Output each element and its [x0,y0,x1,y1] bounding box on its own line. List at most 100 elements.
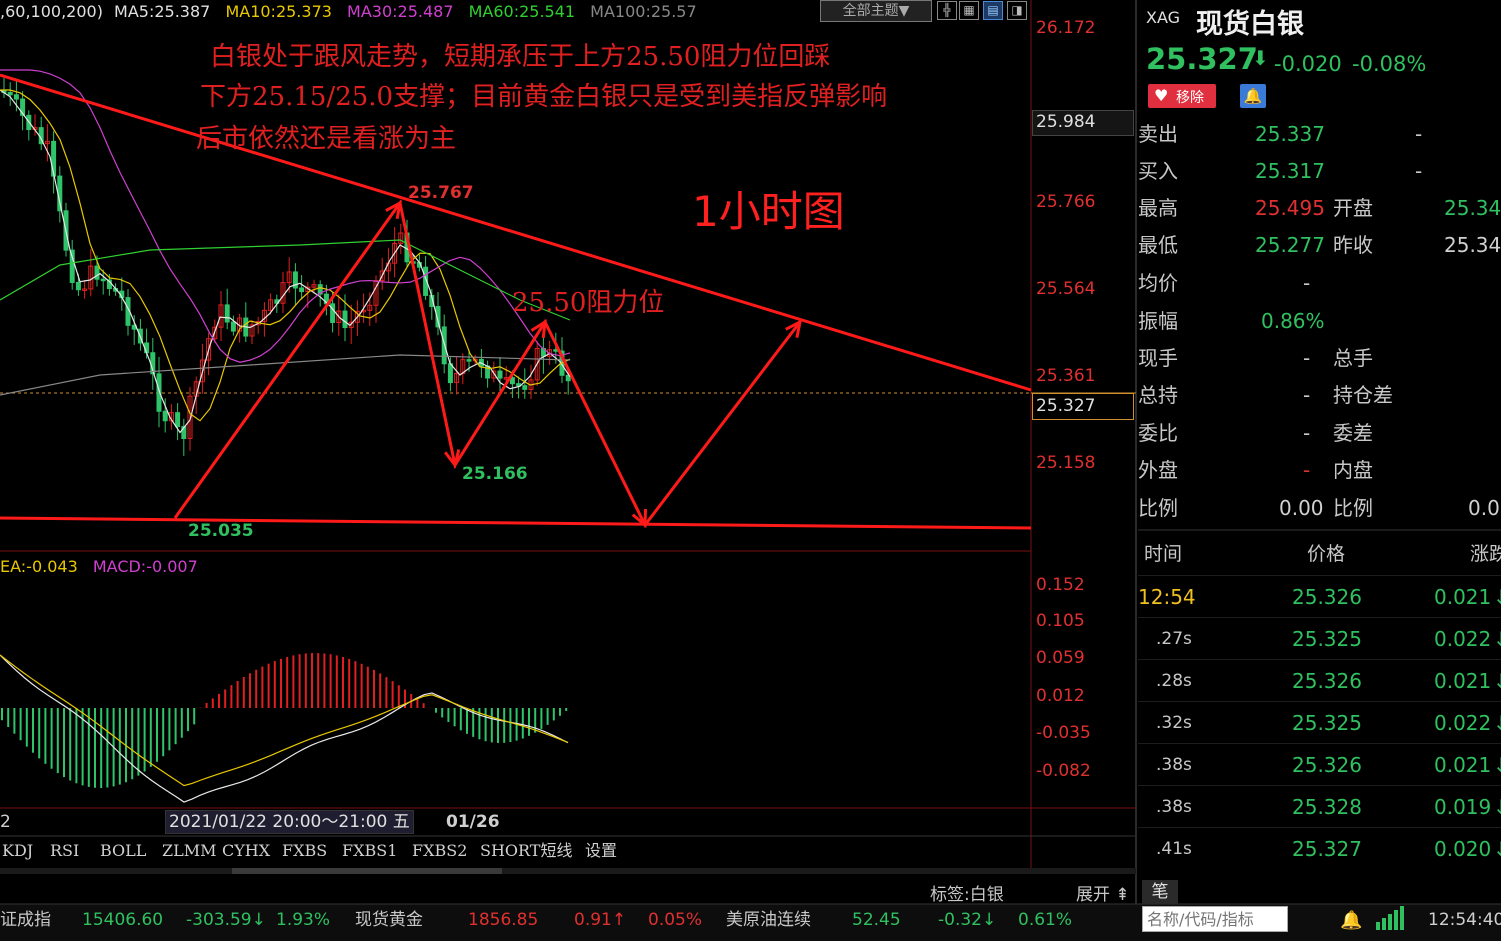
expand-button[interactable]: 展开 ⇞ [1076,880,1130,905]
candle-body [175,412,181,428]
tab-settings[interactable]: 设置 [585,840,617,862]
support-line [0,516,1032,530]
tick-price: 25.326 [1292,669,1362,693]
tab-rsi[interactable]: RSI [50,840,79,862]
tick-time: .32s [1156,713,1192,733]
open-interest-row: 总持 - 持仓差 [1138,377,1501,414]
price-label: 25.564 [1036,279,1096,299]
tab-fxbs2[interactable]: FXBS2 [412,840,467,862]
ma30-label: MA30:25.487 [347,2,454,21]
quote-price: 25.327 [1146,42,1258,76]
candle-body [299,287,305,293]
tab-short[interactable]: SHORT短线 [480,840,572,862]
tick-change: 0.020 [1434,837,1492,861]
outer-inner-row: 外盘 - 内盘 [1138,452,1501,489]
candle-body [75,281,81,291]
heart-icon: ♥ [1154,86,1169,105]
ticks-price-header: 价格 [1307,543,1346,565]
price-label: 25.766 [1036,192,1096,212]
quote-name: 现货白银 [1196,9,1304,40]
search-input[interactable] [1142,906,1288,932]
grid-icon[interactable]: ▦ [959,1,979,20]
avg-row: 均价 - [1138,265,1501,302]
candle-body [522,385,528,390]
low2-label: 25.035 [188,521,254,541]
remove-favorite-button[interactable]: ♥ 移除 [1148,84,1216,108]
down-arrow-icon: ↓ [1493,828,1501,870]
alert-bell-icon[interactable]: 🔔 [1240,84,1266,108]
ticker-name[interactable]: 证成指 [0,908,51,932]
tick-row: .38s 25.326 0.021↓ [1138,743,1501,786]
ma60-line [0,239,571,321]
panel-icon[interactable]: ◨ [1007,1,1027,20]
pen-tab[interactable]: 笔 [1142,880,1178,904]
dea-line [0,654,569,787]
down-arrow-icon: ↓ [1493,660,1501,702]
tick-price: 25.327 [1292,837,1362,861]
avg-label: 均价 [1138,271,1178,295]
tab-fxbs1[interactable]: FXBS1 [342,840,397,862]
tick-change: 0.022 [1434,711,1492,735]
tab-boll[interactable]: BOLL [100,840,146,862]
ma10-label: MA10:25.373 [225,2,332,21]
chart-tools: ╬ ▦ ▤ ◨ [935,0,1031,20]
tab-fxbs[interactable]: FXBS [282,840,327,862]
candle-body [230,321,236,332]
tab-cyhx[interactable]: CYHX [222,840,270,862]
tab-kdj[interactable]: KDJ [2,840,33,862]
down-arrow-icon: ↓ [1493,786,1501,828]
current-price-box: 25.327 [1032,393,1134,420]
candle-body [516,383,522,387]
open-label: 开盘 [1333,196,1373,220]
amplitude-value: 0.86% [1261,309,1325,333]
high-value: 25.495 [1255,196,1325,220]
tag-label: 标签:白银 [930,885,1004,905]
tick-row: .28s 25.326 0.021↓ [1138,659,1501,702]
avg-value: - [1303,271,1311,295]
quote-code: XAG [1146,8,1181,27]
candle-body [156,373,162,412]
bell-icon[interactable]: 🔔 [1340,910,1362,931]
price-label: 25.158 [1036,453,1096,473]
candle-body [94,265,100,280]
tick-time: .38s [1156,797,1192,817]
down-arrow-icon: ↓ [1493,576,1501,618]
volume-row: 现手 - 总手 [1138,340,1501,377]
sell-volume: - [1415,122,1423,146]
price-label: 25.984 [1036,112,1096,132]
layout-icon[interactable]: ▤ [983,1,1003,20]
down-arrow-icon: ⬇ [1252,46,1269,70]
remove-label: 移除 [1176,90,1204,106]
candle-body [7,91,13,96]
sell-row: 卖出 25.337 - [1138,116,1501,153]
now-volume-value: - [1303,346,1311,370]
sell-price: 25.337 [1255,122,1325,146]
crosshair-icon[interactable]: ╬ [937,1,957,20]
time-cursor-label: 2021/01/22 20:00～21:00 五 [165,810,414,834]
buy-volume: - [1415,159,1423,183]
time-axis-date: 01/26 [446,812,500,832]
amplitude-label: 振幅 [1138,309,1178,333]
resistance-label: 25.50阻力位 [512,288,665,318]
ticker-change: -303.59↓ [186,910,266,930]
tick-price: 25.328 [1292,795,1362,819]
tab-zlmm[interactable]: ZLMM [162,840,217,862]
macd-axis-label: 0.012 [1036,686,1085,706]
macd-legend: EA:-0.043 MACD:-0.007 [0,557,198,576]
ratio-value: 0.00 [1279,496,1324,520]
ratio2-label: 比例 [1333,496,1373,520]
ticker-name[interactable]: 现货黄金 [355,908,423,932]
ticker-percent: 0.61% [1018,910,1073,930]
theme-button[interactable]: 全部主题▼ [820,0,932,22]
ticker-name[interactable]: 美原油连续 [726,908,811,932]
macd-axis-label: -0.035 [1036,723,1091,743]
ratio2-value: 0.0 [1468,496,1500,520]
annotation-line3: 后市依然还是看涨为主 [196,124,457,154]
order-ratio-row: 委比 - 委差 [1138,415,1501,452]
tick-change: 0.021 [1434,753,1492,777]
ratio-label: 比例 [1138,496,1178,520]
peak-label: 25.767 [408,183,474,203]
open-interest-label: 总持 [1138,383,1178,407]
price-marker-box: 25.984 [1032,110,1134,136]
ratio-row: 比例 0.00 比例 0.0 [1138,490,1501,527]
